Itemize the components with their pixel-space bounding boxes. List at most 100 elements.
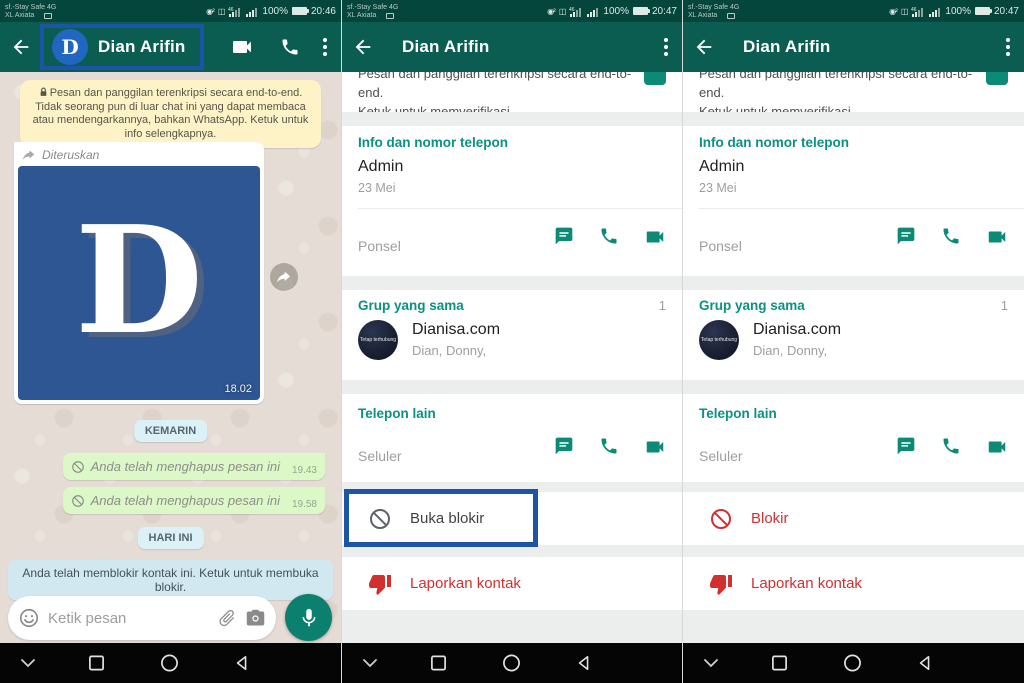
roaming-icon — [44, 13, 52, 19]
chat-screen: sf.-Stay Safe 4G XL Axiata ◉² ◫ 46 100% … — [0, 0, 341, 683]
group-name[interactable]: Dianisa.com — [753, 321, 841, 339]
carrier-info: sf.-Stay Safe 4G XL Axiata — [688, 2, 739, 20]
phone-type-label: Seluler — [699, 448, 743, 464]
voice-call-icon[interactable] — [599, 226, 619, 253]
encryption-banner[interactable]: Pesan dan panggilan terenkripsi secara e… — [20, 80, 321, 148]
other-phones-header: Telepon lain — [358, 406, 436, 421]
menu-dots-icon[interactable] — [664, 38, 668, 56]
forwarded-label: Diteruskan — [42, 148, 99, 162]
nav-back-icon[interactable] — [917, 655, 933, 671]
groups-card: Grup yang sama 1 Tetap terhubung Dianisa… — [683, 290, 1024, 380]
contact-info-screen-block: sf.-Stay Safe 4G XL Axiata ◉² ◫ 46 100% … — [683, 0, 1024, 683]
roaming-icon — [727, 13, 735, 19]
thumbs-down-icon — [368, 572, 392, 596]
nav-chevron-icon[interactable] — [20, 658, 36, 668]
groups-count: 1 — [1001, 298, 1008, 313]
nav-home-icon[interactable] — [160, 654, 179, 673]
blocked-icon — [71, 460, 85, 474]
nav-home-icon[interactable] — [843, 654, 862, 673]
voice-call-icon[interactable] — [599, 436, 619, 463]
battery-percent: 100% — [262, 6, 288, 17]
video-call-icon[interactable] — [230, 35, 254, 59]
message-input-bar — [8, 596, 276, 640]
mic-icon — [298, 607, 320, 629]
about-date: 23 Mei — [358, 181, 396, 195]
carrier-info: sf.-Stay Safe 4G XL Axiata — [347, 2, 398, 20]
message-icon[interactable] — [896, 436, 916, 463]
groups-section-header: Grup yang sama — [699, 298, 805, 313]
phone-type-label: Ponsel — [699, 238, 742, 254]
encryption-line1: Pesan dan panggilan terenkripsi secara e… — [699, 72, 972, 100]
forwarded-image-message[interactable]: Diteruskan D 18.02 — [14, 142, 264, 404]
camera-icon[interactable] — [245, 608, 266, 629]
nav-recents-icon[interactable] — [771, 655, 788, 672]
message-icon[interactable] — [554, 226, 574, 253]
emoji-icon[interactable] — [18, 607, 40, 629]
status-bar: sf.-Stay Safe 4G XL Axiata ◉² ◫ 46 100% … — [0, 0, 341, 22]
nav-recents-icon[interactable] — [430, 655, 447, 672]
other-phones-card: Telepon lain Seluler — [342, 394, 682, 482]
carrier-line1: sf.-Stay Safe 4G — [5, 4, 56, 12]
contact-title-highlight[interactable]: D Dian Arifin — [40, 24, 204, 70]
nav-chevron-icon[interactable] — [703, 658, 719, 668]
info-section-header: Info dan nomor telepon — [358, 135, 508, 150]
video-call-icon[interactable] — [644, 226, 666, 253]
blocked-icon — [709, 507, 733, 531]
battery-icon — [975, 7, 990, 15]
forward-icon — [276, 270, 292, 284]
unblock-highlight-box — [344, 489, 538, 547]
nav-back-icon[interactable] — [576, 655, 592, 671]
about-date: 23 Mei — [699, 181, 737, 195]
nav-chevron-icon[interactable] — [362, 658, 378, 668]
info-section-header: Info dan nomor telepon — [699, 135, 849, 150]
voice-call-icon[interactable] — [941, 226, 961, 253]
vibrate-icon: ◫ — [559, 7, 566, 16]
message-image: D 18.02 — [18, 166, 260, 400]
mic-button[interactable] — [285, 594, 332, 641]
clock: 20:47 — [994, 6, 1019, 17]
groups-section-header: Grup yang sama — [358, 298, 464, 313]
menu-dots-icon[interactable] — [1006, 38, 1010, 56]
video-call-icon[interactable] — [644, 436, 666, 463]
unblock-row[interactable]: Buka blokir — [342, 492, 682, 545]
attach-icon[interactable] — [213, 604, 241, 632]
message-time: 19.58 — [292, 499, 317, 510]
menu-dots-icon[interactable] — [323, 38, 327, 56]
voice-call-icon[interactable] — [941, 436, 961, 463]
encryption-line2: Ketuk untuk memverifikasi. — [358, 104, 513, 112]
forward-share-button[interactable] — [270, 263, 298, 291]
message-time: 18.02 — [224, 383, 252, 395]
info-card: Info dan nomor telepon Admin 23 Mei Pons… — [342, 126, 682, 276]
back-icon[interactable] — [693, 36, 715, 58]
back-icon[interactable] — [352, 36, 374, 58]
groups-card: Grup yang sama 1 Tetap terhubung Dianisa… — [342, 290, 682, 380]
phone-type-label: Seluler — [358, 448, 402, 464]
message-input[interactable] — [48, 610, 209, 627]
android-nav-bar — [683, 643, 1024, 683]
page-title: Dian Arifin — [402, 37, 490, 57]
group-name[interactable]: Dianisa.com — [412, 321, 500, 339]
encryption-row[interactable]: Pesan dan panggilan terenkripsi secara e… — [683, 72, 1024, 112]
message-icon[interactable] — [554, 436, 574, 463]
carrier-line2: XL Axiata — [5, 12, 34, 20]
message-icon[interactable] — [896, 226, 916, 253]
blocked-contact-notice[interactable]: Anda telah memblokir kontak ini. Ketuk u… — [8, 560, 333, 600]
verify-qr-icon — [644, 72, 666, 85]
group-avatar: Tetap terhubung — [358, 320, 398, 360]
nav-home-icon[interactable] — [502, 654, 521, 673]
avatar: D — [52, 29, 88, 65]
lock-icon — [39, 87, 48, 97]
phone-type-label: Ponsel — [358, 238, 401, 254]
nav-back-icon[interactable] — [234, 655, 250, 671]
nav-recents-icon[interactable] — [88, 655, 105, 672]
report-row[interactable]: Laporkan kontak — [683, 557, 1024, 610]
block-row[interactable]: Blokir — [683, 492, 1024, 545]
back-icon[interactable] — [10, 36, 32, 58]
voice-call-icon[interactable] — [280, 37, 300, 57]
report-row[interactable]: Laporkan kontak — [342, 557, 682, 610]
verify-qr-icon — [986, 72, 1008, 85]
video-call-icon[interactable] — [986, 226, 1008, 253]
contact-body: Pesan dan panggilan terenkripsi secara e… — [342, 72, 682, 643]
encryption-row[interactable]: Pesan dan panggilan terenkripsi secara e… — [342, 72, 682, 112]
video-call-icon[interactable] — [986, 436, 1008, 463]
